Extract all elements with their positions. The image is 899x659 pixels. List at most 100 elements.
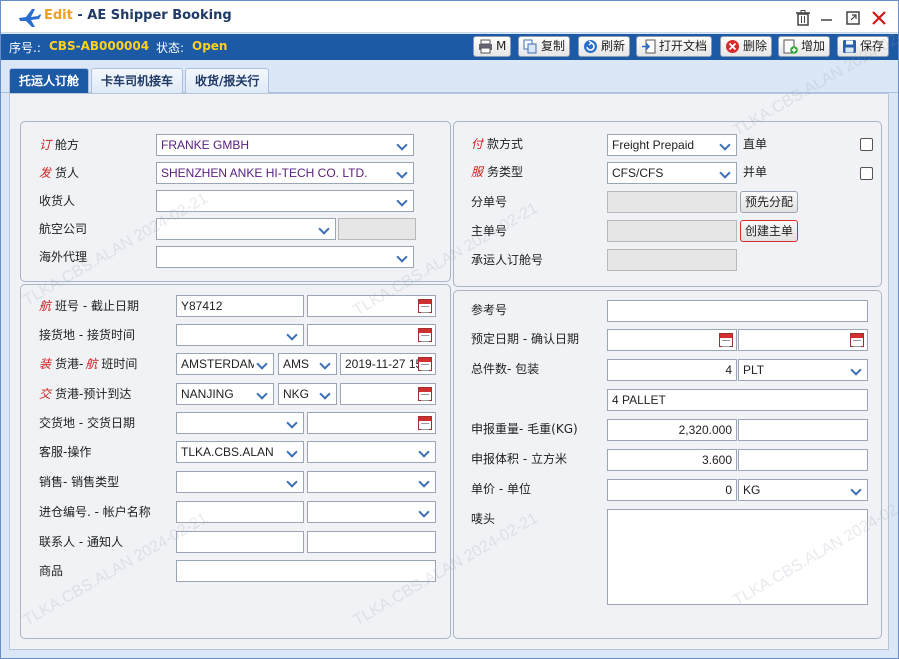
sales-select[interactable] [176, 471, 304, 493]
chevron-down-icon [317, 354, 336, 374]
flight-time-input[interactable]: 2019-11-27 15: [340, 353, 436, 375]
airline-select[interactable] [156, 218, 336, 240]
copy-button[interactable]: 复制 [518, 36, 571, 57]
sales-type-label: 销售- 销售类型 [39, 475, 120, 489]
preassign-button[interactable]: 预先分配 [740, 191, 799, 213]
gross-weight-input[interactable] [738, 419, 868, 441]
price-unit-label: 单价 - 单位 [471, 482, 531, 496]
consol-checkbox[interactable] [860, 167, 873, 180]
open-document-icon [642, 39, 656, 54]
state-label: 状态: [156, 41, 185, 55]
pieces-package-label: 总件数- 包装 [471, 362, 540, 376]
package-unit-select[interactable]: PLT [738, 359, 868, 381]
booking-party-select[interactable]: FRANKE GMBH [156, 134, 414, 156]
party-panel: 订舱方 FRANKE GMBH 发货人 SHENZHEN ANKE HI-TEC… [20, 121, 451, 282]
receipt-time-input[interactable] [307, 324, 436, 346]
delivery-port-select[interactable]: NANJING [176, 383, 274, 405]
delivery-port-code-select[interactable]: NKG [278, 383, 337, 405]
package-description-input[interactable]: 4 PALLET [607, 389, 868, 411]
hawb-label: 分单号 [471, 195, 508, 209]
chevron-down-icon [848, 360, 867, 380]
customer-service-select[interactable]: TLKA.CBS.ALAN [176, 441, 304, 463]
warehouse-number-input[interactable] [176, 501, 304, 523]
airline-code-field [338, 218, 416, 240]
pieces-input[interactable]: 4 [607, 359, 737, 381]
calendar-icon[interactable] [418, 299, 432, 313]
refresh-button[interactable]: 刷新 [578, 36, 631, 57]
calendar-icon[interactable] [418, 387, 432, 401]
service-type-select[interactable]: CFS/CFS [607, 162, 737, 184]
commodity-input[interactable] [176, 560, 436, 582]
chevron-down-icon [848, 480, 867, 500]
tab-truck-pickup[interactable]: 卡车司机接车 [91, 68, 184, 93]
shipper-label: 发货人 [39, 166, 80, 180]
status-bar: 序号.: CBS-AB000004 状态: Open M 复制 刷新 打开文档 … [1, 34, 898, 60]
chevron-down-icon [254, 354, 273, 374]
payment-method-select[interactable]: Freight Prepaid [607, 134, 737, 156]
booking-party-label: 订舱方 [39, 138, 80, 152]
calendar-icon[interactable] [418, 328, 432, 342]
cargo-panel: 参考号 预定日期 - 确认日期 总件数- 包装 4 PLT 4 PALLET 申… [453, 290, 882, 639]
consignee-select[interactable] [156, 190, 414, 212]
loading-port-code-select[interactable]: AMS [278, 353, 337, 375]
price-unit-select[interactable]: KG [738, 479, 868, 501]
trash-icon[interactable] [795, 10, 811, 26]
minimize-icon[interactable] [819, 10, 835, 26]
open-document-button[interactable]: 打开文档 [636, 36, 713, 57]
chevron-down-icon [416, 442, 435, 462]
create-master-button[interactable]: 创建主单 [740, 220, 799, 242]
delete-button[interactable]: 删除 [720, 36, 773, 57]
sales-type-select[interactable] [307, 471, 436, 493]
calendar-icon[interactable] [418, 357, 432, 371]
delivery-date-input[interactable] [307, 412, 436, 434]
marks-textarea[interactable] [607, 509, 868, 605]
chevron-down-icon [284, 472, 303, 492]
receipt-place-select[interactable] [176, 324, 304, 346]
direct-label: 直单 [743, 137, 768, 151]
volume-label: 申报体积 - 立方米 [471, 452, 567, 466]
overseas-agent-select[interactable] [156, 246, 414, 268]
operator-select[interactable] [307, 441, 436, 463]
window-title: Edit - AE Shipper Booking [44, 8, 232, 23]
chevron-down-icon [316, 219, 335, 239]
save-button[interactable]: 保存 [837, 36, 890, 57]
unit-price-input[interactable]: 0 [607, 479, 737, 501]
booking-date-input[interactable] [607, 329, 737, 351]
flight-cutoff-label: 航班号 - 截止日期 [39, 299, 139, 313]
confirm-date-input[interactable] [738, 329, 868, 351]
title-bar: Edit - AE Shipper Booking [1, 1, 898, 33]
airline-label: 航空公司 [39, 222, 88, 236]
carrier-booking-field [607, 249, 737, 271]
direct-checkbox[interactable] [860, 138, 873, 151]
warehouse-account-label: 进仓编号. - 帐户名称 [39, 505, 151, 519]
maximize-icon[interactable] [845, 10, 861, 26]
calendar-icon[interactable] [850, 333, 864, 347]
serial-label: 序号.: [9, 41, 41, 55]
declared-volume-input[interactable]: 3.600 [607, 449, 737, 471]
notify-party-input[interactable] [307, 531, 436, 553]
loading-port-select[interactable]: AMSTERDAM [176, 353, 274, 375]
reference-input[interactable] [607, 300, 868, 322]
loading-port-label: 装货港- 航班时间 [39, 357, 138, 371]
flight-number-input[interactable]: Y87412 [176, 295, 304, 317]
calendar-icon[interactable] [418, 416, 432, 430]
tab-receiving-customs[interactable]: 收货/报关行 [185, 68, 270, 93]
payment-method-label: 付款方式 [471, 137, 524, 151]
chevron-down-icon [254, 384, 273, 404]
delivery-place-select[interactable] [176, 412, 304, 434]
cbm-input[interactable] [738, 449, 868, 471]
calendar-icon[interactable] [719, 333, 733, 347]
print-button[interactable]: M [473, 36, 512, 57]
contact-input[interactable] [176, 531, 304, 553]
tab-shipper-booking[interactable]: 托运人订舱 [9, 68, 90, 93]
declared-weight-input[interactable]: 2,320.000 [607, 419, 737, 441]
cutoff-date-input[interactable] [307, 295, 436, 317]
payment-panel: 付款方式 Freight Prepaid 直单 服务类型 CFS/CFS 并单 … [453, 121, 882, 287]
add-button[interactable]: 增加 [778, 36, 831, 57]
close-icon[interactable] [871, 10, 887, 26]
account-name-select[interactable] [307, 501, 436, 523]
shipper-select[interactable]: SHENZHEN ANKE HI-TECH CO. LTD. [156, 162, 414, 184]
serial-value: CBS-AB000004 [49, 39, 150, 53]
eta-date-input[interactable] [340, 383, 436, 405]
app-window: Edit - AE Shipper Booking 序号.: CBS-AB000… [0, 0, 899, 659]
